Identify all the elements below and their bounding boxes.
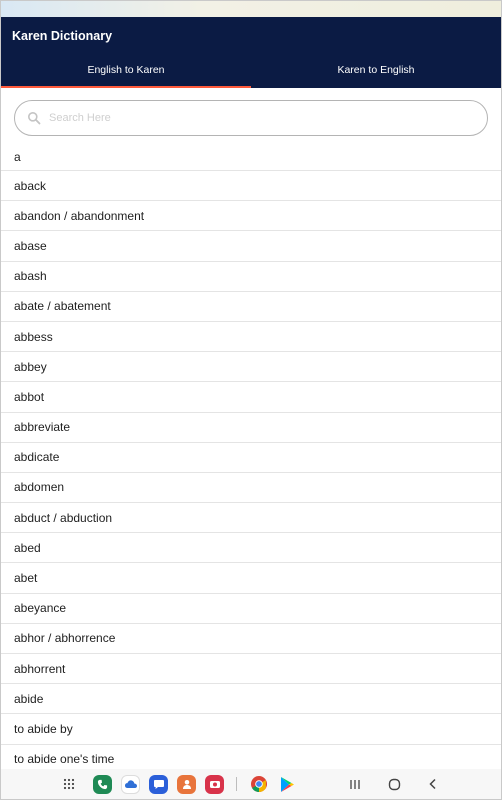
- search-input[interactable]: [49, 112, 487, 124]
- word-list: a aback abandon / abandonment abase abash aba…: [1, 144, 501, 775]
- word-list-item[interactable]: abide: [1, 684, 501, 715]
- word-list-item[interactable]: abate / abatement: [1, 292, 501, 322]
- chrome-icon[interactable]: [249, 775, 268, 794]
- search-bar[interactable]: [14, 100, 488, 136]
- tab-label: Karen to English: [337, 64, 415, 76]
- word-list-item[interactable]: abbess: [1, 322, 501, 353]
- word-list-item[interactable]: abduct / abduction: [1, 503, 501, 534]
- word-list-item[interactable]: abeyance: [1, 594, 501, 624]
- contacts-icon[interactable]: [177, 774, 196, 794]
- app-bar: Karen Dictionary English to Karen Karen …: [1, 17, 501, 88]
- play-store-icon[interactable]: [277, 775, 296, 794]
- word-list-item[interactable]: abbreviate: [1, 413, 501, 443]
- camera-icon[interactable]: [205, 774, 224, 794]
- status-bar: [1, 1, 501, 17]
- nav-separator: [236, 777, 237, 791]
- cloud-icon[interactable]: [121, 774, 140, 794]
- app-title: Karen Dictionary: [12, 29, 113, 43]
- word-list-item[interactable]: abase: [1, 231, 501, 262]
- word-list-item[interactable]: to abide by: [1, 714, 501, 745]
- word-list-item[interactable]: abdomen: [1, 473, 501, 504]
- tab-label: English to Karen: [87, 64, 165, 76]
- messages-icon[interactable]: [149, 774, 168, 794]
- search-icon: [27, 111, 41, 125]
- word-list-item[interactable]: abbey: [1, 352, 501, 383]
- tab-karen-to-english[interactable]: Karen to English: [251, 58, 501, 88]
- app-window: Karen Dictionary English to Karen Karen …: [0, 0, 502, 800]
- word-list-item[interactable]: abash: [1, 262, 501, 292]
- word-list-item[interactable]: a: [1, 144, 501, 171]
- word-list-item[interactable]: aback: [1, 171, 501, 202]
- word-list-item[interactable]: abhor / abhorrence: [1, 624, 501, 654]
- tab-english-to-karen[interactable]: English to Karen: [1, 58, 251, 88]
- recent-apps-icon[interactable]: [340, 774, 370, 794]
- search-container: [1, 88, 501, 144]
- system-navigation-bar: [1, 769, 501, 799]
- home-icon[interactable]: [379, 774, 409, 794]
- tab-bar: English to Karen Karen to English: [1, 58, 501, 88]
- word-list-item[interactable]: abed: [1, 533, 501, 564]
- phone-icon[interactable]: [93, 774, 112, 794]
- app-drawer-icon[interactable]: [54, 774, 84, 794]
- word-list-item[interactable]: abdicate: [1, 443, 501, 473]
- word-list-item[interactable]: abhorrent: [1, 654, 501, 685]
- back-icon[interactable]: [418, 774, 448, 794]
- word-list-item[interactable]: abet: [1, 563, 501, 594]
- word-list-item[interactable]: abbot: [1, 382, 501, 413]
- word-list-item[interactable]: abandon / abandonment: [1, 201, 501, 232]
